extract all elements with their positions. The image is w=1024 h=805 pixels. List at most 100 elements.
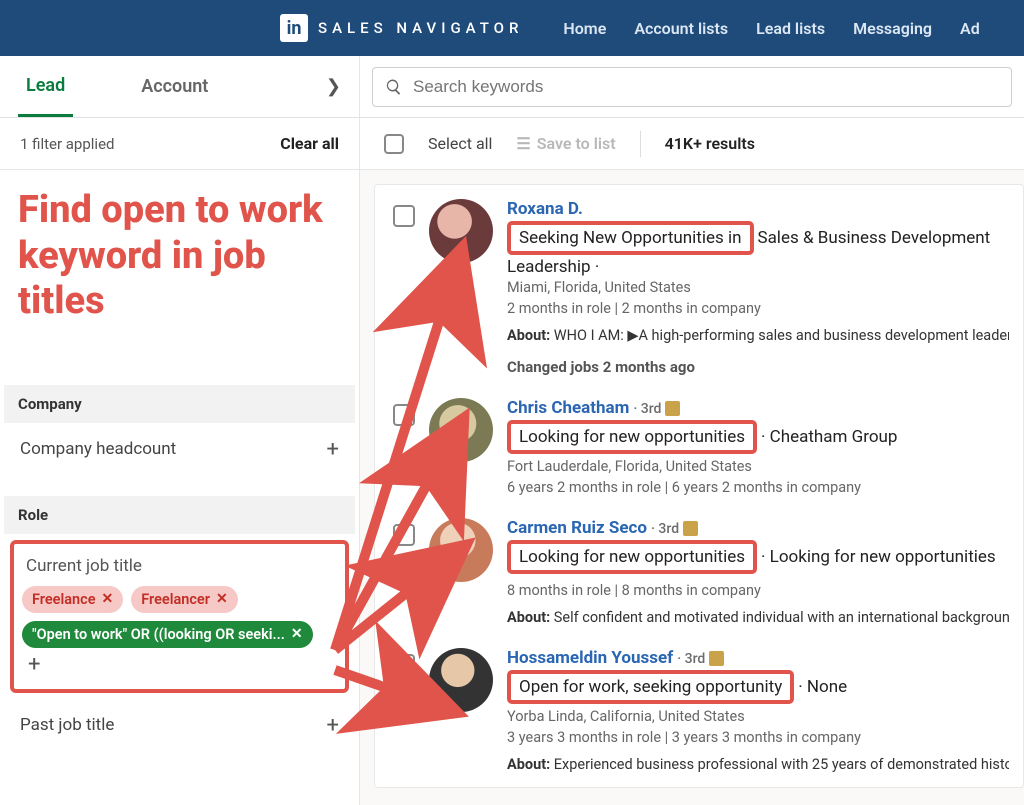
brand: in SALES NAVIGATOR	[280, 14, 523, 42]
tenure: 3 years 3 months in role | 3 years 3 mon…	[507, 729, 1009, 746]
tenure: 6 years 2 months in role | 6 years 2 mon…	[507, 479, 1009, 496]
divider	[640, 131, 641, 157]
title-after: · None	[798, 677, 847, 697]
title-highlight: Seeking New Opportunities in	[507, 221, 754, 255]
connection-degree: · 3rd	[677, 651, 709, 667]
results-toolbar: Select all ☰ Save to list 41K+ results	[360, 118, 1024, 169]
chip-row: Freelance ✕ Freelancer ✕	[22, 586, 337, 613]
chip-exclude-freelance[interactable]: Freelance ✕	[22, 586, 123, 613]
remove-chip-icon[interactable]: ✕	[102, 591, 114, 607]
location: Fort Lauderdale, Florida, United States	[507, 458, 1009, 475]
filter-label: Company headcount	[20, 439, 176, 459]
avatar	[429, 199, 493, 263]
chip-label: Freelancer	[141, 591, 210, 608]
lead-name-link[interactable]: Roxana D.	[507, 199, 583, 219]
plus-icon: +	[327, 437, 339, 462]
chevron-right-icon[interactable]: ❯	[326, 76, 341, 97]
search-box[interactable]	[372, 67, 1012, 107]
nav-admin[interactable]: Ad	[960, 19, 980, 38]
filters-applied-count: 1 filter applied	[20, 135, 115, 153]
row-checkbox[interactable]	[393, 654, 415, 676]
premium-badge-icon	[683, 521, 698, 536]
filter-past-job-title[interactable]: Past job title +	[4, 699, 355, 752]
tenure: 2 months in role | 2 months in company	[507, 300, 1009, 317]
tenure: 8 months in role | 8 months in company	[507, 582, 1009, 599]
result-info: Hossameldin Youssef · 3rd Open for work,…	[507, 648, 1009, 773]
brand-text: SALES NAVIGATOR	[318, 19, 523, 37]
nav-account-lists[interactable]: Account lists	[634, 19, 728, 38]
main: Find open to work keyword in job titles …	[0, 170, 1024, 805]
tab-lead[interactable]: Lead	[18, 57, 73, 117]
linkedin-logo-icon: in	[280, 14, 308, 42]
avatar	[429, 518, 493, 582]
nav-lead-lists[interactable]: Lead lists	[756, 19, 825, 38]
remove-chip-icon[interactable]: ✕	[216, 591, 228, 607]
chip-exclude-freelancer[interactable]: Freelancer ✕	[131, 586, 237, 613]
select-all-checkbox[interactable]	[384, 134, 404, 154]
select-all-label: Select all	[428, 134, 492, 153]
search-input[interactable]	[413, 77, 999, 97]
top-nav-bar: in SALES NAVIGATOR Home Account lists Le…	[0, 0, 1024, 56]
title-highlight: Open for work, seeking opportunity	[507, 670, 794, 704]
avatar	[429, 398, 493, 462]
filter-sidebar: Find open to work keyword in job titles …	[0, 170, 360, 805]
search-icon	[385, 78, 403, 96]
title-after: · Looking for new opportunities	[761, 547, 996, 567]
changed-jobs-badge: Changed jobs 2 months ago	[507, 358, 1009, 376]
filter-label: Past job title	[20, 715, 114, 735]
premium-badge-icon	[709, 651, 724, 666]
search-type-tabs: Lead Account ❯	[0, 56, 360, 117]
filter-company-headcount[interactable]: Company headcount +	[4, 423, 355, 476]
tab-account[interactable]: Account	[133, 58, 216, 115]
about: About: Self confident and motivated indi…	[507, 609, 1009, 626]
result-info: Chris Cheatham · 3rd Looking for new opp…	[507, 398, 1009, 496]
result-row: Chris Cheatham · 3rd Looking for new opp…	[393, 398, 1009, 496]
result-row: Roxana D. Seeking New Opportunities in S…	[393, 199, 1009, 376]
results-card: Roxana D. Seeking New Opportunities in S…	[374, 184, 1024, 788]
title-highlight: Looking for new opportunities	[507, 420, 757, 454]
row-checkbox[interactable]	[393, 524, 415, 546]
add-chip-button[interactable]: +	[22, 648, 337, 681]
about: About: Experienced business professional…	[507, 756, 1009, 773]
connection-degree: · 3rd	[633, 401, 665, 417]
chip-label: "Open to work" OR ((looking OR seeki...	[32, 626, 285, 643]
lead-name-link[interactable]: Hossameldin Youssef	[507, 648, 673, 668]
section-role: Role	[4, 496, 355, 534]
result-row: Hossameldin Youssef · 3rd Open for work,…	[393, 648, 1009, 773]
results-panel: Roxana D. Seeking New Opportunities in S…	[360, 170, 1024, 805]
save-to-list-button[interactable]: ☰ Save to list	[516, 134, 615, 153]
lead-name-link[interactable]: Chris Cheatham	[507, 398, 629, 418]
chip-include-open-to-work[interactable]: "Open to work" OR ((looking OR seeki... …	[22, 621, 313, 648]
nav-home[interactable]: Home	[563, 19, 606, 38]
annotation-headline: Find open to work keyword in job titles	[4, 188, 355, 325]
search-wrap	[360, 56, 1024, 117]
location: Yorba Linda, California, United States	[507, 708, 1009, 725]
title-after: · Cheatham Group	[761, 427, 897, 447]
section-company: Company	[4, 385, 355, 423]
result-row: Carmen Ruiz Seco · 3rd Looking for new o…	[393, 518, 1009, 626]
about: About: WHO I AM: ▶A high-performing sale…	[507, 327, 1009, 344]
current-job-title-label: Current job title	[22, 550, 337, 582]
connection-degree: · 3rd	[651, 521, 683, 537]
filter-summary: 1 filter applied Clear all	[0, 118, 360, 169]
list-icon: ☰	[516, 134, 530, 153]
row-checkbox[interactable]	[393, 404, 415, 426]
chip-label: Freelance	[32, 591, 96, 608]
clear-all-button[interactable]: Clear all	[280, 134, 339, 153]
save-to-list-label: Save to list	[537, 134, 616, 153]
primary-nav: Home Account lists Lead lists Messaging …	[563, 19, 979, 38]
row-checkbox[interactable]	[393, 205, 415, 227]
premium-badge-icon	[665, 401, 680, 416]
result-info: Roxana D. Seeking New Opportunities in S…	[507, 199, 1009, 376]
lead-name-link[interactable]: Carmen Ruiz Seco	[507, 518, 647, 538]
avatar	[429, 648, 493, 712]
result-count: 41K+ results	[665, 134, 755, 153]
filter-summary-row: 1 filter applied Clear all Select all ☰ …	[0, 118, 1024, 170]
subheader: Lead Account ❯	[0, 56, 1024, 118]
remove-chip-icon[interactable]: ✕	[291, 626, 303, 642]
chip-row: "Open to work" OR ((looking OR seeki... …	[22, 621, 337, 648]
plus-icon: +	[327, 713, 339, 738]
current-job-title-filter: Current job title Freelance ✕ Freelancer…	[10, 540, 349, 693]
nav-messaging[interactable]: Messaging	[853, 19, 932, 38]
result-info: Carmen Ruiz Seco · 3rd Looking for new o…	[507, 518, 1009, 626]
